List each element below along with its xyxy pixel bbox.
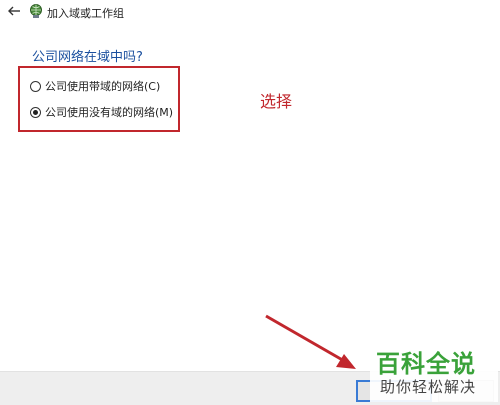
highlight-box xyxy=(18,66,180,132)
annotation-text: 选择 xyxy=(260,92,293,111)
domain-question: 公司网络在域中吗? xyxy=(32,50,143,65)
network-globe-icon xyxy=(30,4,42,18)
title-bar: 加入域或工作组 xyxy=(0,0,500,26)
window-title: 加入域或工作组 xyxy=(47,7,124,20)
back-arrow-icon[interactable] xyxy=(6,3,22,19)
watermark: 百科全说 助你轻松解决 xyxy=(370,342,498,402)
watermark-title: 百科全说 xyxy=(376,350,476,378)
watermark-subtitle: 助你轻松解决 xyxy=(380,378,477,396)
